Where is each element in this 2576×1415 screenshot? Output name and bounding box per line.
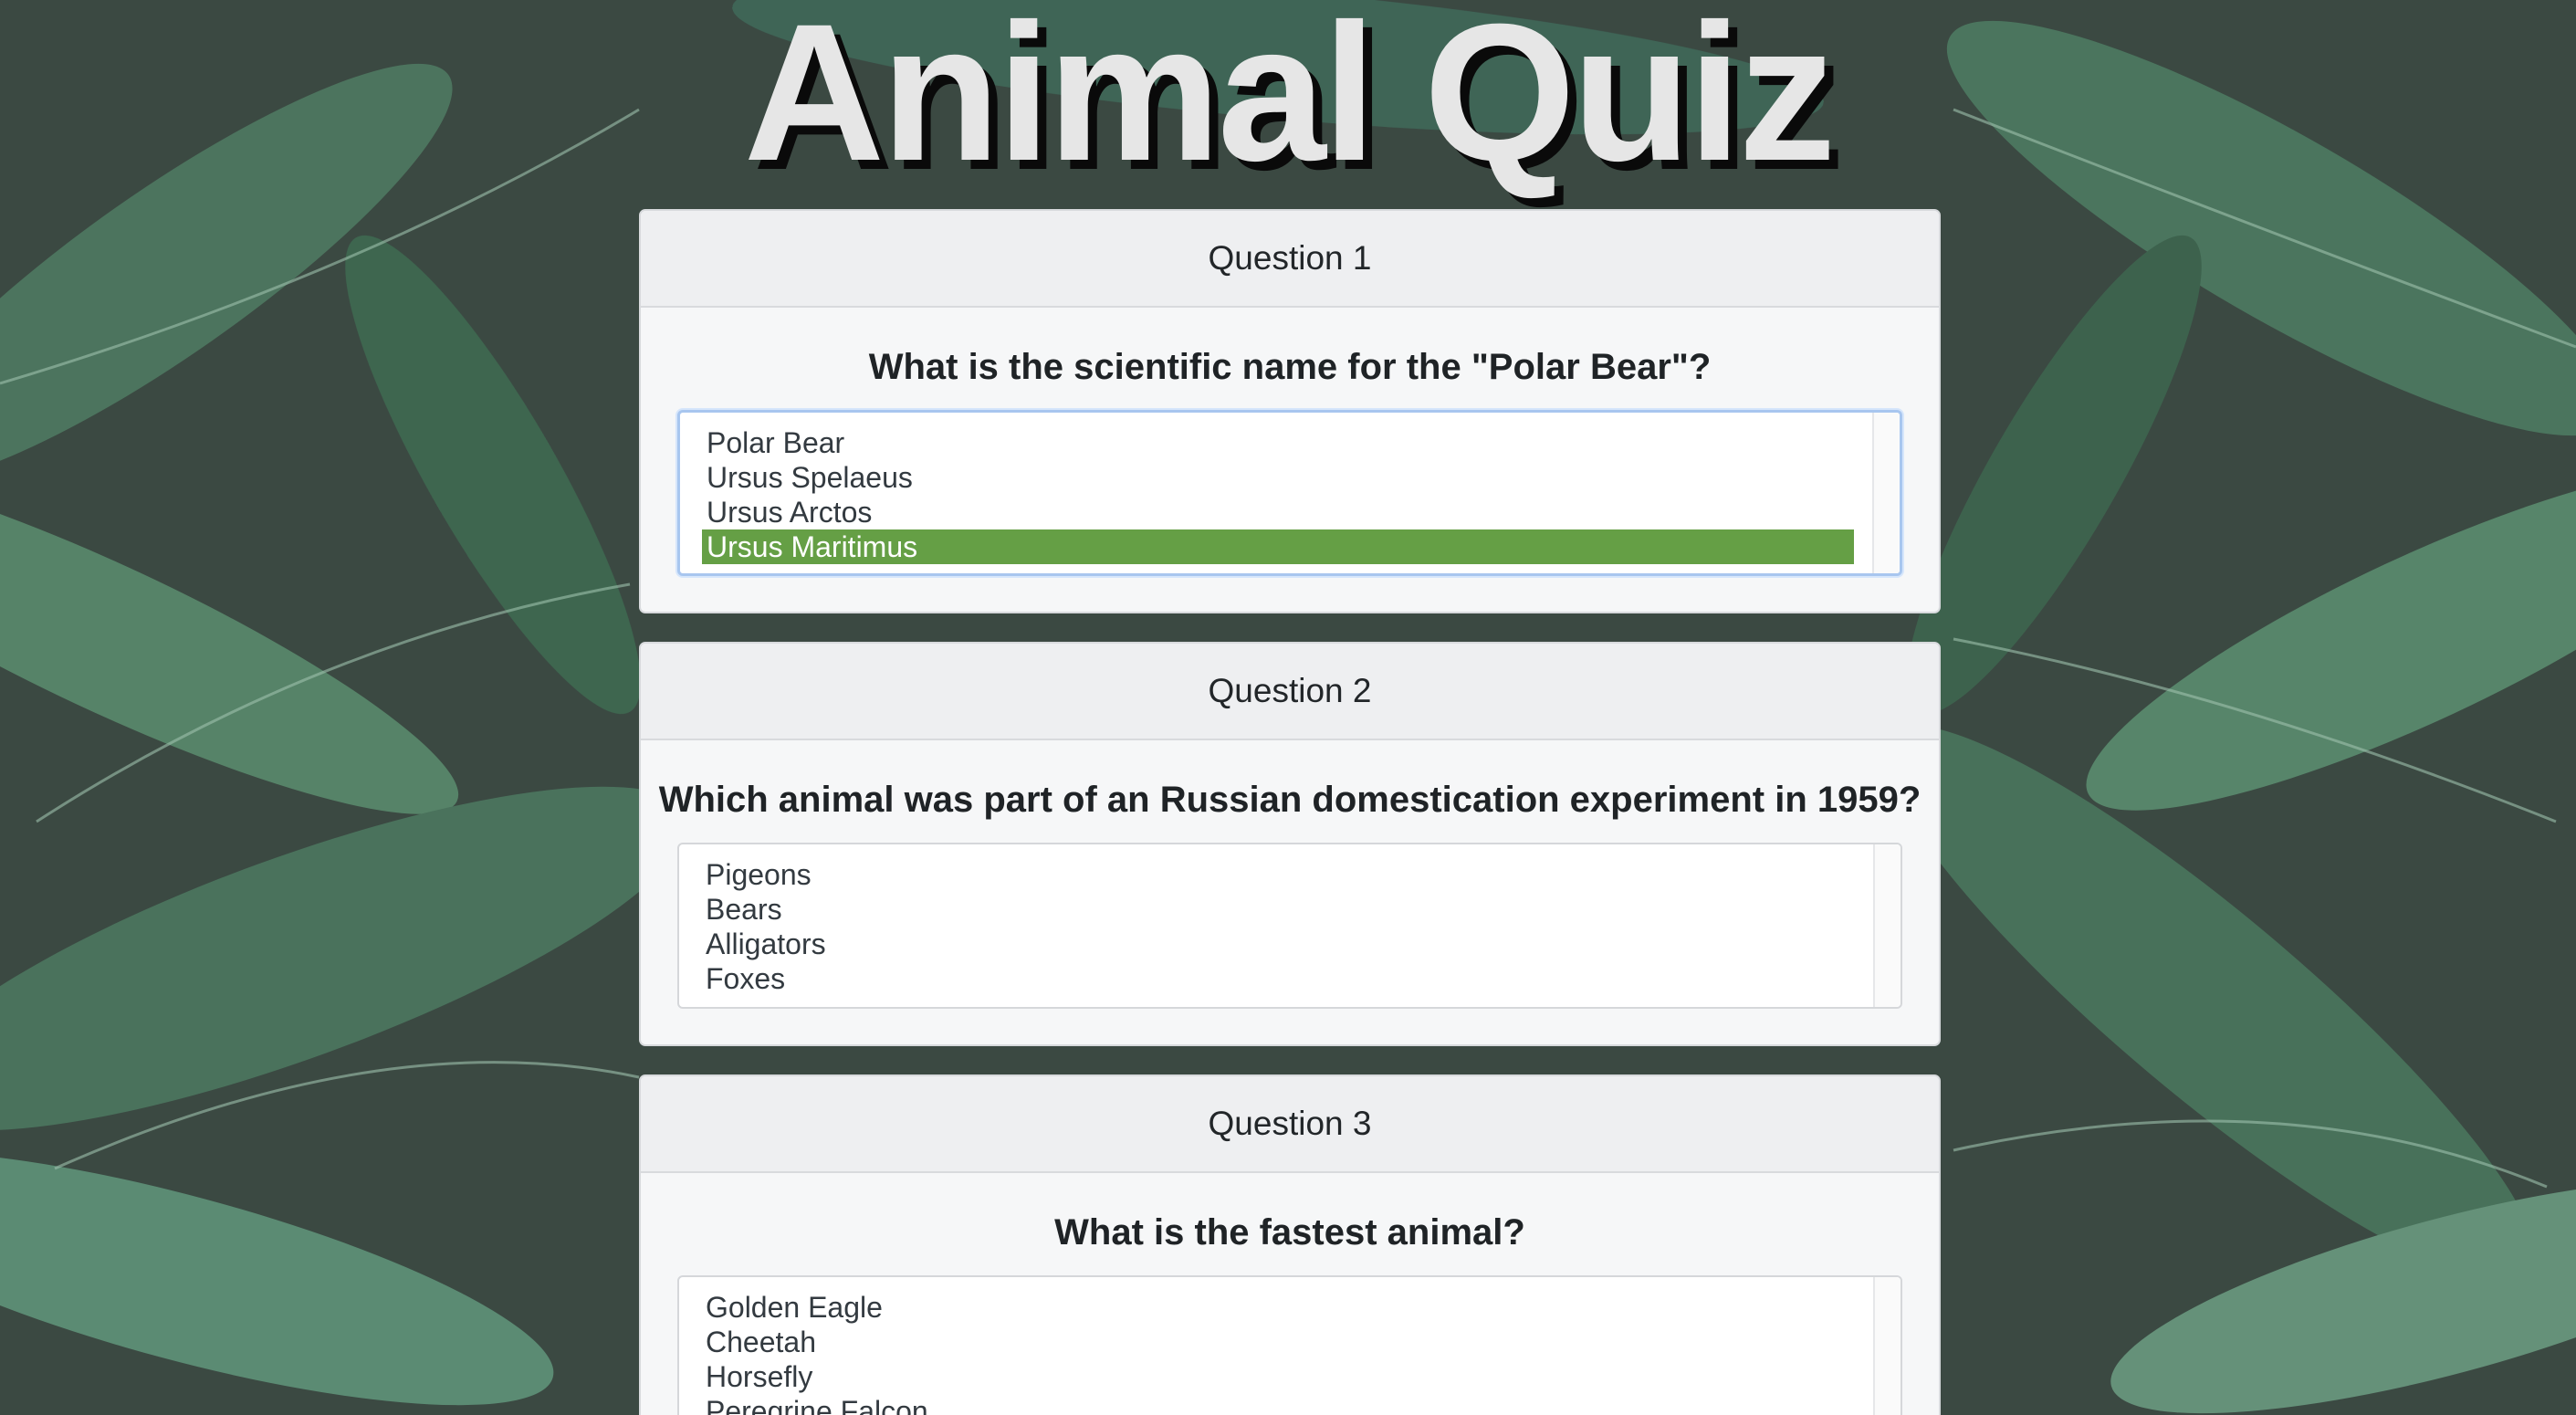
answer-listbox-1[interactable]: Polar Bear Ursus Spelaeus Ursus Arctos U… [677,410,1902,576]
question-card-3: Question 3 What is the fastest animal? G… [639,1074,1941,1415]
question-header: Question 3 [641,1076,1939,1173]
listbox-scrollbar[interactable] [1873,844,1901,1007]
answer-option[interactable]: Bears [701,892,1855,927]
answer-option[interactable]: Pigeons [701,857,1855,892]
listbox-scrollbar[interactable] [1873,1277,1901,1415]
answer-option[interactable]: Polar Bear [702,425,1854,460]
answer-option-selected[interactable]: Ursus Maritimus [702,529,1854,564]
answer-option[interactable]: Ursus Arctos [702,495,1854,529]
answer-option[interactable]: Ursus Spelaeus [702,460,1854,495]
answer-option[interactable]: Golden Eagle [701,1290,1855,1325]
answer-option[interactable]: Peregrine Falcon [701,1394,1855,1415]
question-text: What is the scientific name for the "Pol… [868,347,1712,387]
question-header: Question 2 [641,644,1939,740]
question-text: What is the fastest animal? [1054,1212,1525,1253]
answer-option[interactable]: Cheetah [701,1325,1855,1359]
question-text: Which animal was part of an Russian dome… [658,780,1922,820]
question-card-2: Question 2 Which animal was part of an R… [639,642,1941,1046]
question-header: Question 1 [641,211,1939,308]
answer-option[interactable]: Horsefly [701,1359,1855,1394]
answer-option[interactable]: Alligators [701,927,1855,961]
question-card-1: Question 1 What is the scientific name f… [639,209,1941,613]
listbox-scrollbar[interactable] [1872,413,1900,573]
page-title: Animal Quiz [743,0,1837,202]
answer-listbox-2[interactable]: Pigeons Bears Alligators Foxes [677,843,1902,1009]
answer-option[interactable]: Foxes [701,961,1855,996]
answer-listbox-3[interactable]: Golden Eagle Cheetah Horsefly Peregrine … [677,1275,1902,1415]
